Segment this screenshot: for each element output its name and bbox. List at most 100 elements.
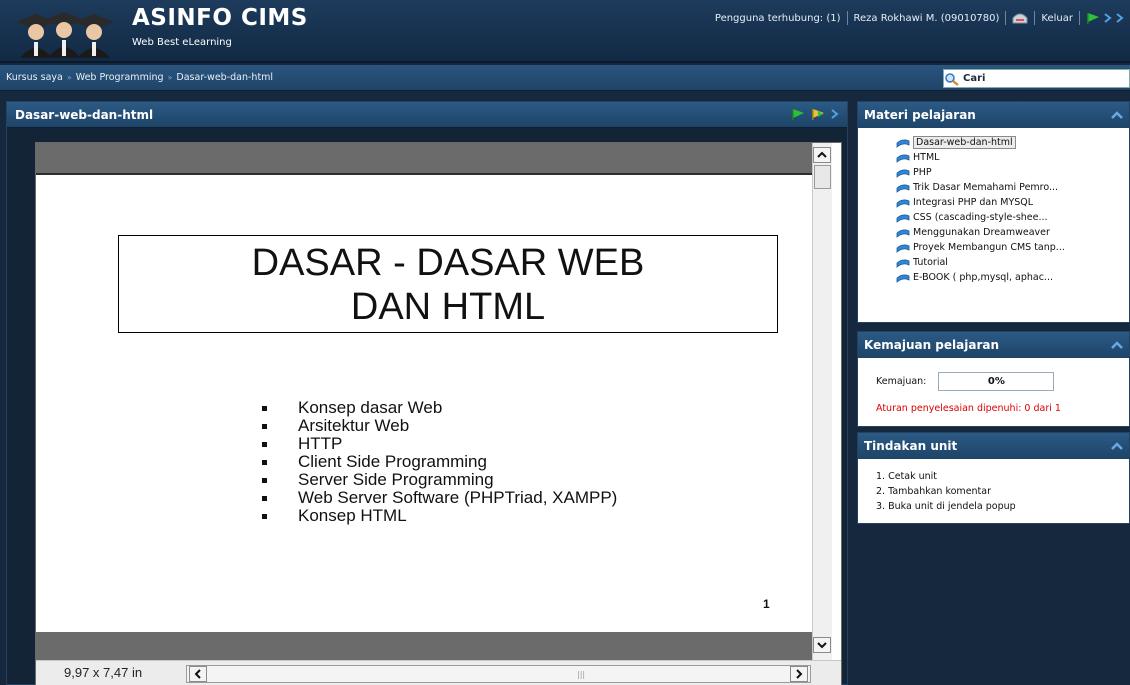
scroll-thumb[interactable] xyxy=(814,165,831,189)
lesson-item-label: Menggunakan Dreamweaver xyxy=(913,227,1050,238)
unit-actions-block: Tindakan unit 1. Cetak unit 2. Tambahkan… xyxy=(857,432,1130,524)
lesson-list: Dasar-web-dan-html HTML PHP Trik Dasar Mema… xyxy=(858,128,1129,285)
lesson-book-icon xyxy=(896,138,910,148)
lesson-book-icon xyxy=(896,213,910,223)
add-comment-link[interactable]: 2. Tambahkan komentar xyxy=(876,486,1129,501)
slide-title-line-2: DAN HTML xyxy=(350,286,546,328)
breadcrumb-bar: Kursus saya » Web Programming » Dasar-we… xyxy=(0,65,1130,91)
lesson-book-icon xyxy=(896,183,910,193)
lesson-item-label: Trik Dasar Memahami Pemro... xyxy=(913,182,1059,193)
flag-icon[interactable] xyxy=(1086,12,1100,24)
lesson-progress-block: Kemajuan pelajaran Kemajuan: 0% Aturan p… xyxy=(857,331,1130,427)
lesson-book-icon xyxy=(896,258,910,268)
block-header: Tindakan unit xyxy=(858,433,1129,459)
slide-bullet: Server Side Programming xyxy=(258,471,617,489)
search-button[interactable]: Cari xyxy=(943,69,1130,88)
previous-unit-icon[interactable] xyxy=(791,108,805,120)
block-header: Materi pelajaran xyxy=(858,102,1129,128)
inbox-icon[interactable] xyxy=(1012,12,1028,24)
lesson-book-icon xyxy=(896,243,910,253)
vertical-scrollbar[interactable] xyxy=(812,143,832,660)
collapse-icon[interactable] xyxy=(1111,441,1123,451)
slide-bullet-list: Konsep dasar Web Arsitektur Web HTTP Cli… xyxy=(258,399,617,525)
chevron-right-icon[interactable] xyxy=(1104,12,1112,24)
chevron-right-icon xyxy=(796,669,803,679)
lesson-materials-block: Materi pelajaran Dasar-web-dan-html HTML P… xyxy=(857,101,1130,323)
viewer-statusbar: 9,97 x 7,47 in ||| xyxy=(36,660,841,685)
breadcrumb-item-my-courses[interactable]: Kursus saya xyxy=(6,72,63,83)
slide-bullet: Konsep dasar Web xyxy=(258,399,617,417)
scroll-right-button[interactable] xyxy=(790,666,808,682)
divider xyxy=(1034,11,1036,25)
app-title: ASINFO CIMS xyxy=(132,5,308,31)
lesson-item[interactable]: HTML xyxy=(896,150,1129,165)
breadcrumb-item-course[interactable]: Web Programming xyxy=(76,72,164,83)
lesson-item-label: Integrasi PHP dan MYSQL xyxy=(913,197,1034,208)
search-label: Cari xyxy=(963,73,986,84)
scroll-grip[interactable]: ||| xyxy=(577,670,585,679)
slide-bullet: HTTP xyxy=(258,435,617,453)
lesson-item[interactable]: Integrasi PHP dan MYSQL xyxy=(896,195,1129,210)
next-unit-icon[interactable] xyxy=(811,108,825,120)
completion-rule-text: Aturan penyelesaian dipenuhi: 0 dari 1 xyxy=(876,403,1061,414)
collapse-icon[interactable] xyxy=(1111,340,1123,350)
page-title: Dasar-web-dan-html xyxy=(15,108,154,122)
lesson-item[interactable]: CSS (cascading-style-shee... xyxy=(896,210,1129,225)
divider xyxy=(846,11,848,25)
lesson-item-label: E-BOOK ( php,mysql, aphac... xyxy=(913,272,1053,283)
divider xyxy=(1005,11,1007,25)
app-subtitle: Web Best eLearning xyxy=(132,37,232,48)
lesson-item[interactable]: E-BOOK ( php,mysql, aphac... xyxy=(896,270,1129,285)
lesson-item[interactable]: Proyek Membangun CMS tanp... xyxy=(896,240,1129,255)
connected-users-link[interactable]: Pengguna terhubung: (1) xyxy=(715,13,841,24)
lesson-item[interactable]: Menggunakan Dreamweaver xyxy=(896,225,1129,240)
lesson-item[interactable]: Trik Dasar Memahami Pemro... xyxy=(896,180,1129,195)
block-header: Kemajuan pelajaran xyxy=(858,332,1129,358)
lesson-book-icon xyxy=(896,198,910,208)
document-viewer[interactable]: DASAR - DASAR WEB DAN HTML Konsep dasar … xyxy=(35,142,842,685)
scroll-left-button[interactable] xyxy=(189,666,207,682)
lesson-item-label: Dasar-web-dan-html xyxy=(913,136,1016,149)
breadcrumb: Kursus saya » Web Programming » Dasar-we… xyxy=(6,72,273,83)
print-unit-link[interactable]: 1. Cetak unit xyxy=(876,471,1129,486)
open-popup-link[interactable]: 3. Buka unit di jendela popup xyxy=(876,501,1129,516)
lesson-item[interactable]: Tutorial xyxy=(896,255,1129,270)
progress-bar: 0% xyxy=(938,372,1055,391)
breadcrumb-separator-icon: » xyxy=(167,73,173,82)
lesson-item-label: HTML xyxy=(913,152,940,163)
lesson-item-label: CSS (cascading-style-shee... xyxy=(913,212,1048,223)
block-title: Kemajuan pelajaran xyxy=(864,338,1000,352)
logout-link[interactable]: Keluar xyxy=(1041,13,1073,24)
viewer-bottom-gutter xyxy=(36,632,812,660)
block-title: Materi pelajaran xyxy=(864,108,976,122)
breadcrumb-item-current: Dasar-web-dan-html xyxy=(176,72,274,83)
graduates-logo-icon xyxy=(16,12,114,58)
user-bar: Pengguna terhubung: (1) Reza Rokhawi M. … xyxy=(715,11,1124,25)
slide-bullet: Web Server Software (PHPTriad, XAMPP) xyxy=(258,489,617,507)
chevron-right-icon[interactable] xyxy=(831,108,839,120)
slide-number: 1 xyxy=(763,597,770,611)
block-title: Tindakan unit xyxy=(864,439,958,453)
slide-title: DASAR - DASAR WEB DAN HTML xyxy=(118,235,778,333)
lesson-book-icon xyxy=(896,273,910,283)
lesson-book-icon xyxy=(896,168,910,178)
viewer-top-gutter xyxy=(36,143,812,175)
user-profile-link[interactable]: Reza Rokhawi M. (09010780) xyxy=(854,13,1000,24)
slide-bullet: Client Side Programming xyxy=(258,453,617,471)
chevron-up-icon xyxy=(817,151,827,158)
horizontal-scrollbar[interactable]: ||| xyxy=(186,665,811,683)
chevron-down-icon xyxy=(817,642,827,649)
scroll-down-button[interactable] xyxy=(813,637,831,653)
collapse-icon[interactable] xyxy=(1111,110,1123,120)
progress-label: Kemajuan: xyxy=(876,376,927,387)
lesson-item[interactable]: PHP xyxy=(896,165,1129,180)
chevron-right-icon[interactable] xyxy=(1116,12,1124,24)
lesson-book-icon xyxy=(896,153,910,163)
panel-header: Dasar-web-dan-html xyxy=(7,102,847,128)
progress-value: 0% xyxy=(987,376,1005,387)
lesson-item[interactable]: Dasar-web-dan-html xyxy=(896,135,1129,150)
lesson-item-label: Proyek Membangun CMS tanp... xyxy=(913,242,1065,253)
slide-title-line-1: DASAR - DASAR WEB xyxy=(251,242,645,284)
scroll-up-button[interactable] xyxy=(813,147,831,163)
slide-bullet: Arsitektur Web xyxy=(258,417,617,435)
